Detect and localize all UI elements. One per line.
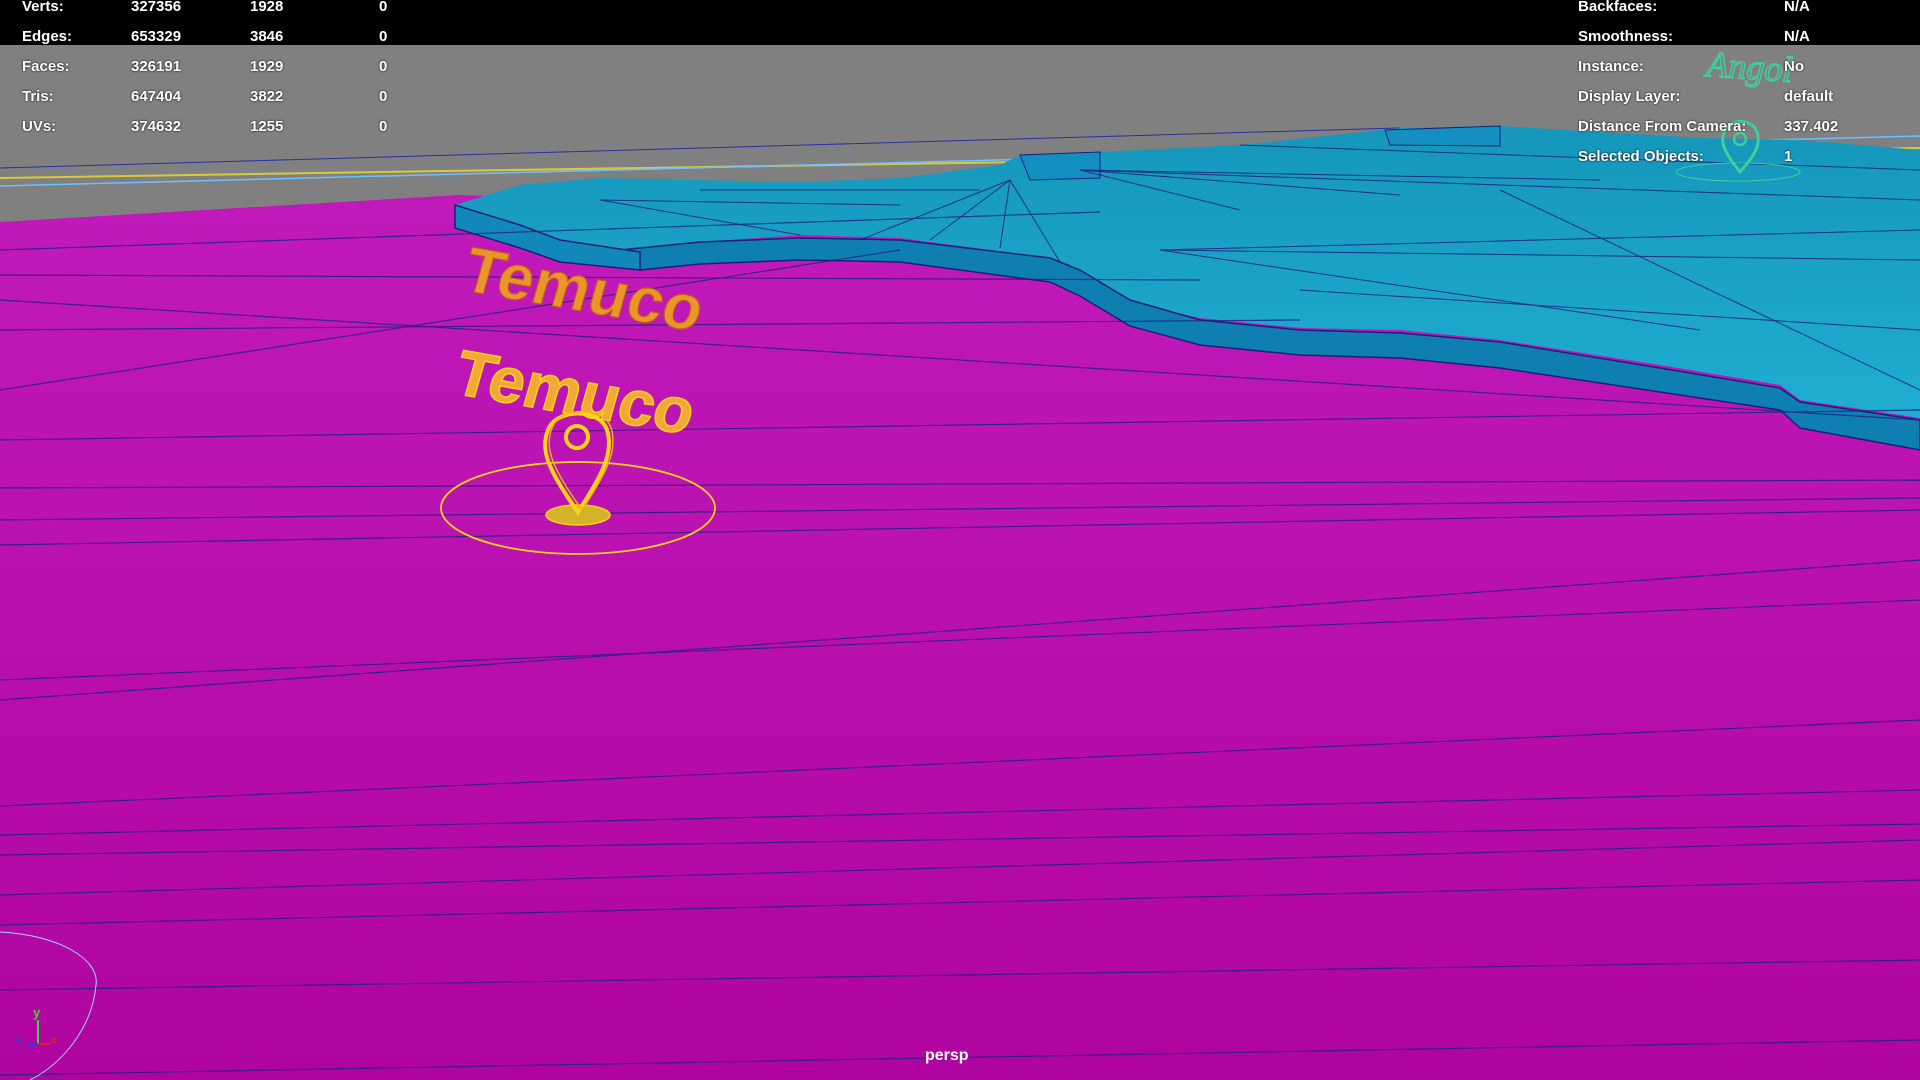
- uvs-selected: 1255: [250, 118, 284, 135]
- uvs-total: 374632: [131, 118, 182, 135]
- svg-text:Angol: Angol: [1703, 44, 1794, 90]
- backfaces-value: N/A: [1784, 0, 1810, 15]
- tris-other: 0: [379, 88, 388, 105]
- verts-total: 327356: [131, 0, 182, 15]
- display-layer-value: default: [1784, 88, 1834, 105]
- tris-total: 647404: [131, 88, 182, 105]
- distance-value: 337.402: [1784, 118, 1839, 135]
- edges-selected: 3846: [250, 28, 284, 45]
- instance-value: No: [1784, 58, 1804, 75]
- instance-label: Instance:: [1578, 58, 1644, 75]
- angol-label[interactable]: Angol: [1703, 43, 1795, 91]
- verts-other: 0: [379, 0, 388, 15]
- edges-total: 653329: [131, 28, 182, 45]
- svg-text:z: z: [16, 1032, 23, 1047]
- distance-label: Distance From Camera:: [1578, 118, 1747, 135]
- svg-text:x: x: [50, 1032, 58, 1047]
- verts-selected: 1928: [250, 0, 284, 15]
- camera-name-label: persp: [925, 1047, 969, 1064]
- faces-label: Faces:: [22, 58, 70, 75]
- faces-selected: 1929: [250, 58, 284, 75]
- verts-label: Verts:: [22, 0, 64, 15]
- uvs-label: UVs:: [22, 118, 57, 135]
- selected-objects-value: 1: [1784, 148, 1793, 165]
- edges-other: 0: [379, 28, 388, 45]
- backfaces-label: Backfaces:: [1578, 0, 1658, 15]
- tris-label: Tris:: [22, 88, 54, 105]
- uvs-other: 0: [379, 118, 388, 135]
- edges-label: Edges:: [22, 28, 73, 45]
- smoothness-label: Smoothness:: [1578, 28, 1674, 45]
- faces-other: 0: [379, 58, 388, 75]
- selected-objects-label: Selected Objects:: [1578, 148, 1704, 165]
- smoothness-value: N/A: [1784, 28, 1810, 45]
- tris-selected: 3822: [250, 88, 284, 105]
- faces-total: 326191: [131, 58, 182, 75]
- display-layer-label: Display Layer:: [1578, 88, 1681, 105]
- svg-text:y: y: [33, 1005, 41, 1020]
